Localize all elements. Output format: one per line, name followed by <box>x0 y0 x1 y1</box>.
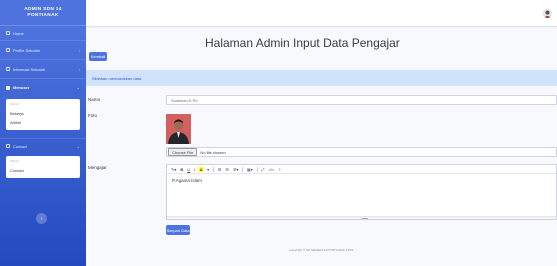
toolbar-divider <box>242 166 243 172</box>
submenu-link-contact[interactable]: Contact <box>10 166 76 175</box>
avatar[interactable] <box>543 9 552 18</box>
school-icon <box>6 48 10 52</box>
teacher-photo <box>166 114 191 144</box>
rich-text-editor[interactable]: ✎▾ B U I A ▾ ☰ ☰ ☰▾ ▦▾ ⤢ </> ? P.Agama I… <box>166 164 557 220</box>
choose-file-button[interactable]: Choose File <box>168 148 198 156</box>
submenu-link-bekerja[interactable]: Bekerja <box>10 109 76 118</box>
editor-content[interactable]: P.Agama Islam <box>167 174 556 187</box>
chevron-right-icon: › <box>78 67 80 72</box>
photo-label: Foto <box>88 113 98 118</box>
highlight-color-button[interactable]: A <box>199 166 204 172</box>
sidebar-item-informasi[interactable]: Informasi Sekolah › <box>0 60 86 79</box>
help-button[interactable]: ? <box>278 167 280 172</box>
footer-copyright: Copyright © SD NEGERI 14 PONTIANAK KOTA <box>289 248 354 252</box>
unordered-list-icon[interactable]: ☰ <box>218 167 222 172</box>
back-button[interactable]: Kembali <box>89 52 107 61</box>
sidebar-toggle-button[interactable]: ‹ <box>36 213 47 224</box>
sidebar-item-label: Home <box>13 30 24 36</box>
info-alert: Silahkan memasukkan data <box>86 70 557 86</box>
sidebar: ADMIN SDN 14 PONTIANAK Home Profile Seko… <box>0 0 86 266</box>
folder-icon <box>6 85 10 90</box>
info-icon <box>6 67 10 71</box>
sidebar-item-menuser[interactable]: Menuser ⌄ <box>0 79 86 96</box>
contact-icon <box>6 144 10 148</box>
sidebar-item-label: Contact <box>13 143 27 149</box>
sidebar-brand[interactable]: ADMIN SDN 14 PONTIANAK <box>0 0 86 26</box>
paragraph-icon[interactable]: ☰▾ <box>233 167 239 172</box>
file-status-text: No file chosen <box>200 149 226 155</box>
teacher-photo-image <box>166 114 191 144</box>
sidebar-item-label: Informasi Sekolah <box>13 66 46 72</box>
teaching-label: Mengajar <box>88 165 107 170</box>
sidebar-item-home[interactable]: Home <box>0 26 86 41</box>
chevron-down-icon: ⌄ <box>76 85 80 90</box>
editor-toolbar: ✎▾ B U I A ▾ ☰ ☰ ☰▾ ▦▾ ⤢ </> ? <box>167 165 556 174</box>
page-title: Halaman Admin Input Data Pengajar <box>205 36 400 50</box>
code-view-icon[interactable]: </> <box>268 167 274 172</box>
resize-grip-icon <box>362 218 368 219</box>
user-avatar-icon <box>543 9 552 18</box>
home-icon <box>6 31 10 35</box>
italic-button[interactable]: I <box>194 167 195 172</box>
brush-icon[interactable]: ✎▾ <box>171 167 176 172</box>
topbar <box>86 0 557 26</box>
sidebar-item-label: Menuser <box>13 85 30 90</box>
save-button[interactable]: Simpan Data <box>166 225 190 235</box>
editor-resize-handle[interactable] <box>167 216 556 219</box>
menuser-submenu: Menu: Bekerja Artikel <box>6 99 80 130</box>
font-color-dropdown-icon[interactable]: ▾ <box>207 167 209 172</box>
ordered-list-icon[interactable]: ☰ <box>225 167 229 172</box>
sidebar-item-profile[interactable]: Profile Sekolah › <box>0 41 86 60</box>
chevron-right-icon: › <box>78 48 80 53</box>
chevron-left-icon: ‹ <box>40 215 43 222</box>
name-label: Nama <box>88 97 101 102</box>
toolbar-divider <box>256 166 258 172</box>
photo-file-input[interactable]: Choose File No file chosen <box>166 147 557 157</box>
submenu-link-artikel[interactable]: Artikel <box>10 118 76 127</box>
sidebar-item-label: Profile Sekolah <box>13 47 40 53</box>
brand-line-2: PONTIANAK <box>27 12 59 18</box>
underline-button[interactable]: U <box>187 167 190 172</box>
toolbar-divider <box>213 166 214 172</box>
chevron-down-icon: ⌄ <box>76 144 80 149</box>
table-icon[interactable]: ▦▾ <box>247 167 253 172</box>
name-input-value: Sulaiman,S.Pd <box>171 97 198 103</box>
name-input[interactable]: Sulaiman,S.Pd <box>166 95 557 105</box>
submenu-header: Menu: <box>10 159 20 163</box>
footer: Copyright © SD NEGERI 14 PONTIANAK KOTA <box>86 248 557 252</box>
contact-submenu: Menu: Contact <box>6 156 80 178</box>
alert-text: Silahkan memasukkan data <box>92 75 142 81</box>
sidebar-item-contact[interactable]: Contact ⌄ <box>0 138 86 153</box>
fullscreen-icon[interactable]: ⤢ <box>261 167 264 172</box>
submenu-header: Menu: <box>10 102 20 106</box>
bold-button[interactable]: B <box>180 167 183 172</box>
